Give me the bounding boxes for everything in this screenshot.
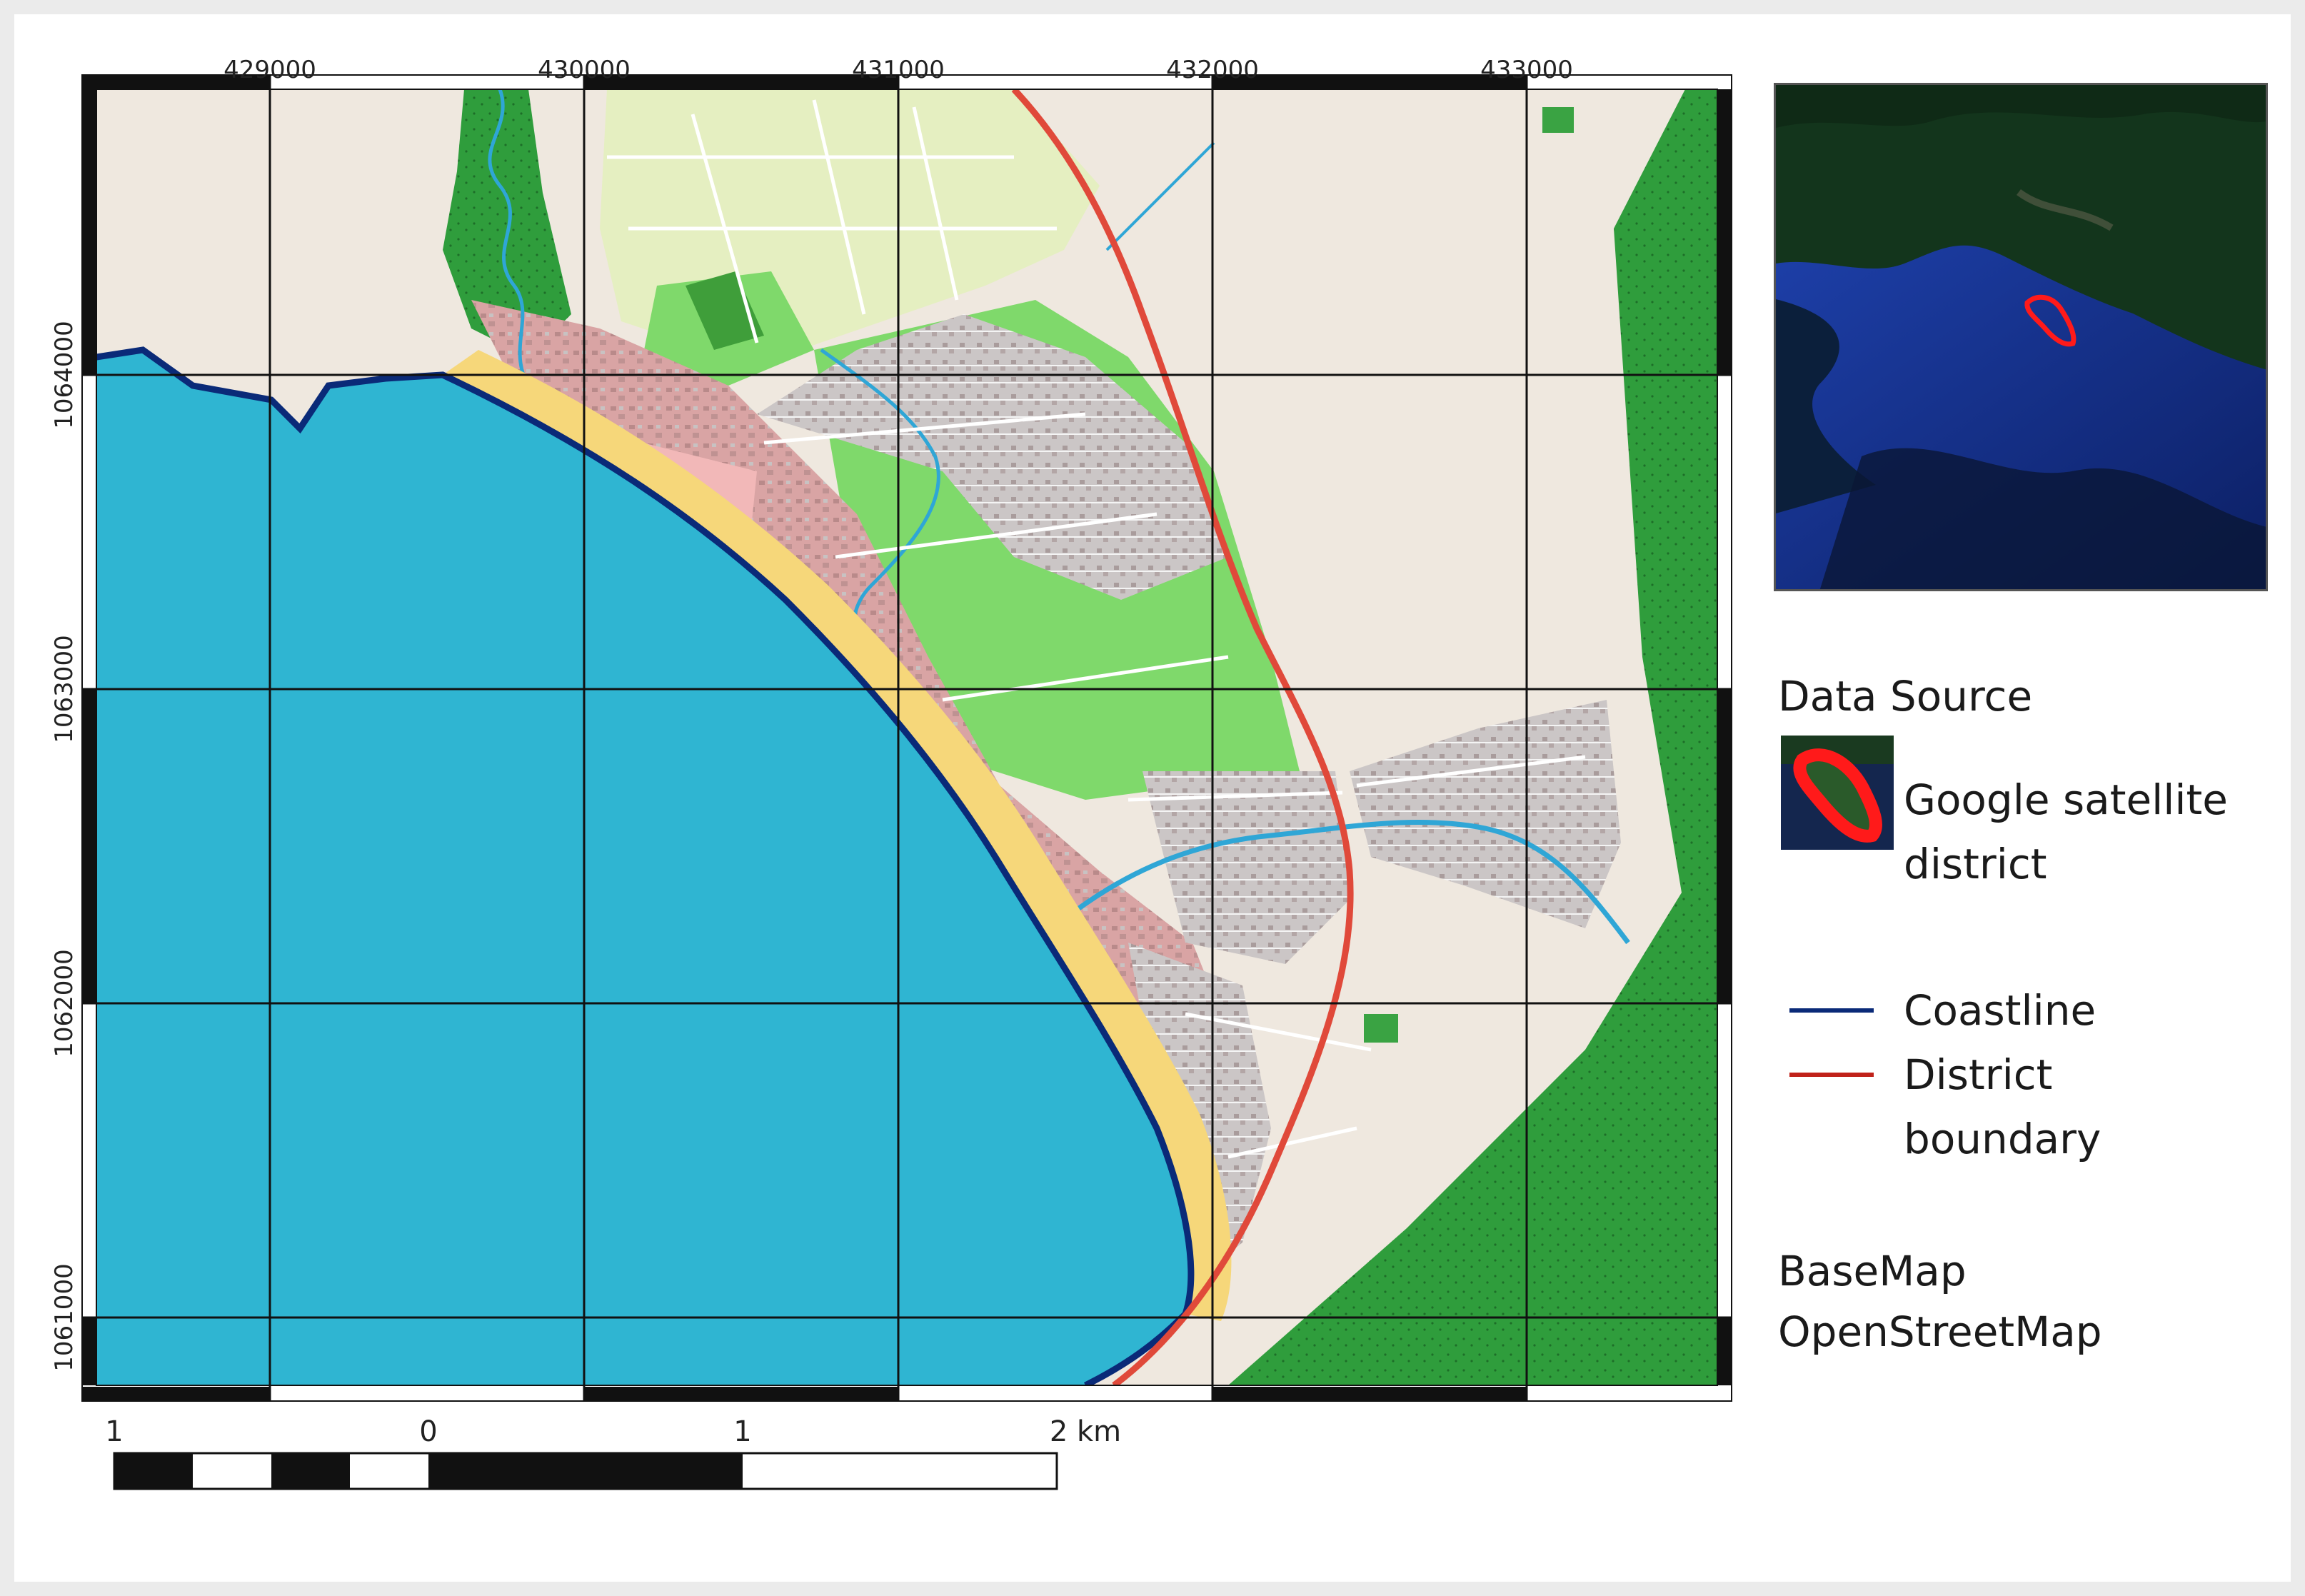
- legend-satellite-label-2: district: [1904, 840, 2047, 888]
- legend-boundary-label: District: [1904, 1050, 2053, 1099]
- easting-label: 429000: [224, 56, 316, 84]
- easting-label: 432000: [1166, 56, 1259, 84]
- blue-line-icon: [1789, 1008, 1874, 1013]
- scale-label: 1: [733, 1415, 752, 1448]
- legend-boundary-label-2: boundary: [1904, 1115, 2101, 1163]
- legend-satellite-label: Google satellite: [1904, 776, 2228, 824]
- northing-label: 1063000: [50, 635, 79, 743]
- northing-label: 1062000: [50, 949, 79, 1058]
- legend-basemap-source: OpenStreetMap: [1778, 1308, 2102, 1356]
- satellite-image: [1776, 85, 2266, 589]
- easting-label: 430000: [538, 56, 631, 84]
- scale-bar: [113, 1452, 1058, 1490]
- easting-label: 431000: [852, 56, 945, 84]
- easting-label: 433000: [1480, 56, 1573, 84]
- northing-label: 1061000: [50, 1263, 79, 1372]
- map-figure: 429000 430000 431000 432000 433000 10640…: [14, 14, 2291, 1582]
- red-line-icon: [1789, 1073, 1874, 1077]
- legend-title: Data Source: [1778, 672, 2033, 721]
- map-content: [96, 89, 1717, 1385]
- northing-label: 1064000: [50, 321, 79, 429]
- satellite-thumbnail-icon: [1781, 736, 1894, 850]
- legend-coastline-label: Coastline: [1904, 986, 2096, 1035]
- green-parcel: [1542, 107, 1574, 133]
- scale-label: 1: [105, 1415, 124, 1448]
- satellite-inset-map: [1774, 83, 2268, 591]
- green-parcel: [1364, 1014, 1398, 1043]
- legend-basemap-label: BaseMap: [1778, 1247, 1967, 1295]
- scale-label: 2 km: [1049, 1415, 1122, 1448]
- scale-label: 0: [419, 1415, 438, 1448]
